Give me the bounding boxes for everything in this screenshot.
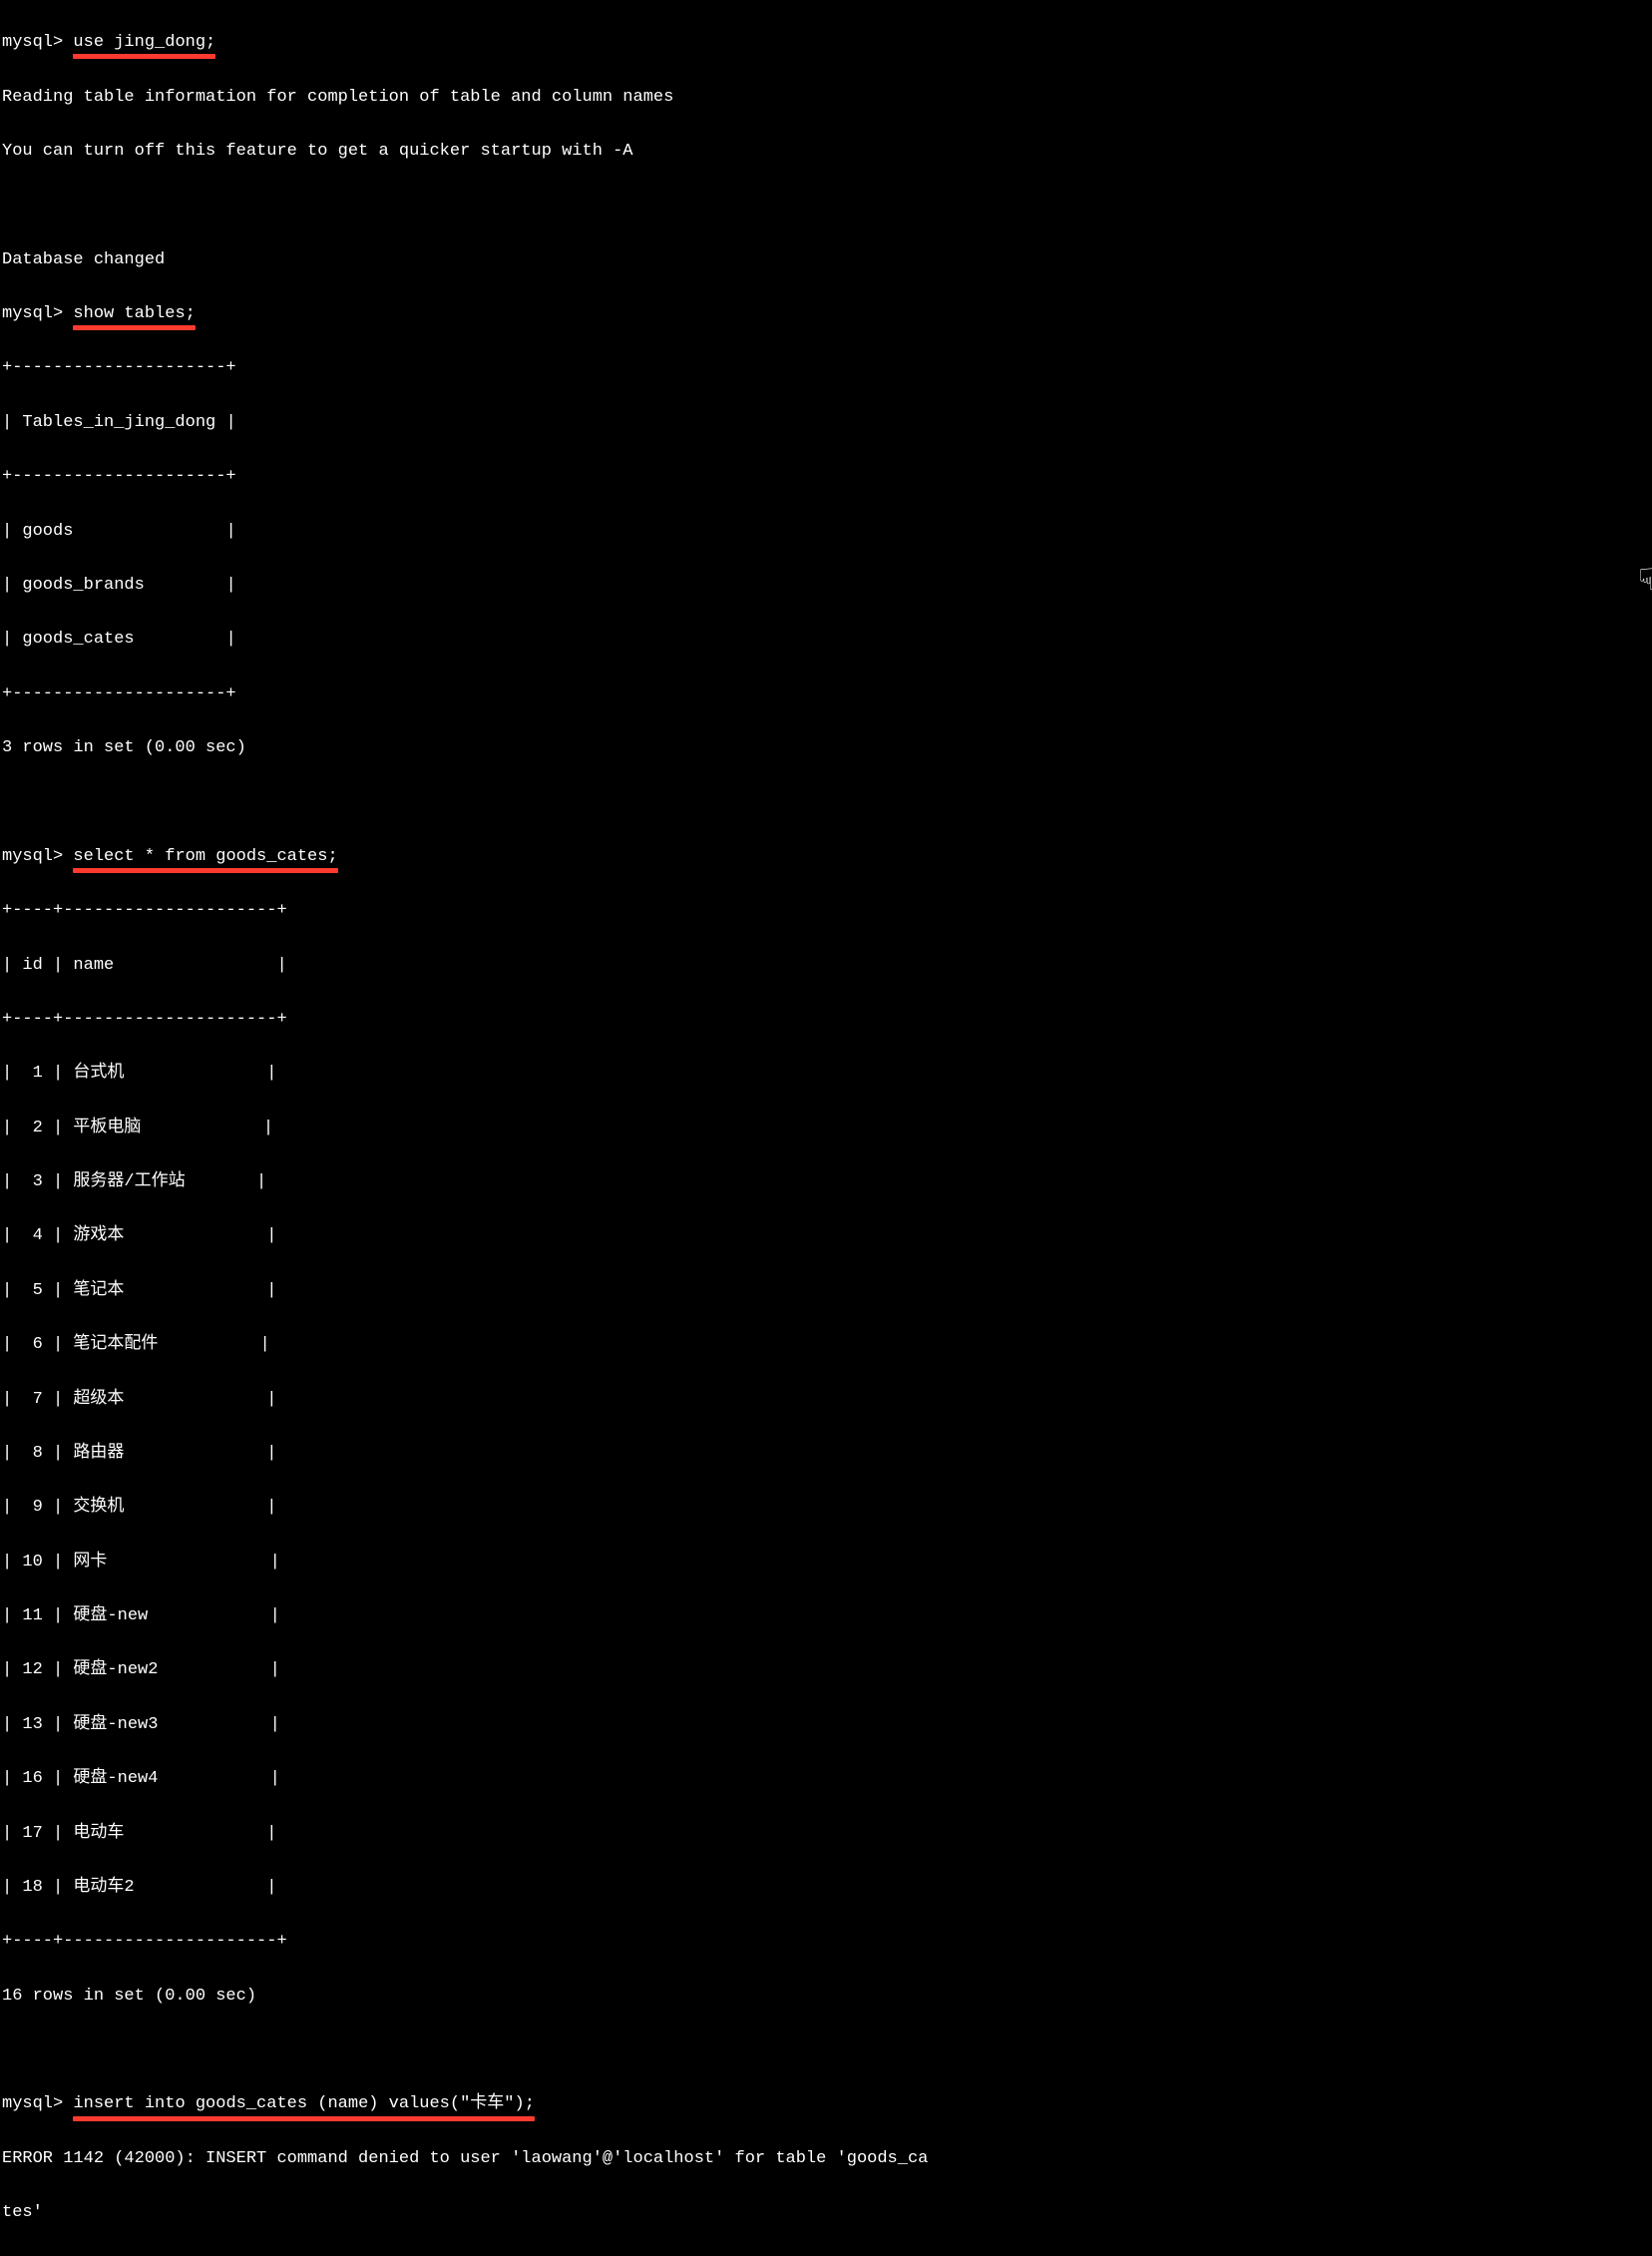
cmd-insert-cates: insert into goods_cates (name) values("卡… (73, 2090, 534, 2117)
table-row: | 13 | 硬盘-new3 | (2, 1711, 1650, 1738)
table-border: +----+---------------------+ (2, 1006, 1650, 1033)
table-row: | 3 | 服务器/工作站 | (2, 1168, 1650, 1195)
mysql-prompt: mysql> (2, 847, 63, 866)
table-header-row: | id | name | (2, 952, 1650, 979)
table-row: | 6 | 笔记本配件 | (2, 1331, 1650, 1358)
msg-turnoff: You can turn off this feature to get a q… (2, 138, 1650, 165)
table-row: | 2 | 平板电脑 | (2, 1115, 1650, 1141)
table-border: +----+---------------------+ (2, 1928, 1650, 1955)
table-row: | 12 | 硬盘-new2 | (2, 1656, 1650, 1683)
table-row: | 16 | 硬盘-new4 | (2, 1765, 1650, 1792)
cursor-hand-icon: ☟ (1638, 559, 1652, 607)
msg-reading: Reading table information for completion… (2, 84, 1650, 111)
table-border: +----+---------------------+ (2, 897, 1650, 924)
mysql-prompt: mysql> (2, 33, 63, 52)
cmd-use-db: use jing_dong; (73, 29, 215, 56)
table-row: | goods | (2, 518, 1650, 545)
error-line2: tes' (2, 2199, 1650, 2226)
table-row: | 10 | 网卡 | (2, 1549, 1650, 1576)
table-row: | 18 | 电动车2 | (2, 1874, 1650, 1901)
msg-db-changed: Database changed (2, 246, 1650, 273)
rows-summary: 16 rows in set (0.00 sec) (2, 1983, 1650, 2010)
mysql-prompt: mysql> (2, 2094, 63, 2113)
col-header-name: name (73, 956, 114, 975)
cmd-show-tables: show tables; (73, 300, 195, 327)
table-row: | 17 | 电动车 | (2, 1820, 1650, 1847)
table-row: | goods_cates | (2, 626, 1650, 653)
col-header: Tables_in_jing_dong (22, 413, 215, 432)
cmd-select-cates: select * from goods_cates; (73, 843, 337, 870)
table-row: | 7 | 超级本 | (2, 1386, 1650, 1413)
error-line1: ERROR 1142 (42000): INSERT command denie… (2, 2145, 1650, 2172)
col-header-id: id (22, 956, 42, 975)
table-row: | 5 | 笔记本 | (2, 1277, 1650, 1304)
table-row: | 8 | 路由器 | (2, 1440, 1650, 1467)
table-border: +---------------------+ (2, 463, 1650, 490)
table-header-row: | Tables_in_jing_dong | (2, 409, 1650, 436)
table-border: +---------------------+ (2, 680, 1650, 707)
table-row: | 11 | 硬盘-new | (2, 1602, 1650, 1629)
table-row: | 9 | 交换机 | (2, 1494, 1650, 1521)
table-row: | 1 | 台式机 | (2, 1060, 1650, 1087)
rows-summary: 3 rows in set (0.00 sec) (2, 734, 1650, 761)
table-border: +---------------------+ (2, 354, 1650, 381)
table-row: | goods_brands | (2, 572, 1650, 599)
table-row: | 4 | 游戏本 | (2, 1222, 1650, 1249)
terminal-output[interactable]: mysql> use jing_dong; Reading table info… (0, 0, 1652, 2256)
mysql-prompt: mysql> (2, 304, 63, 323)
